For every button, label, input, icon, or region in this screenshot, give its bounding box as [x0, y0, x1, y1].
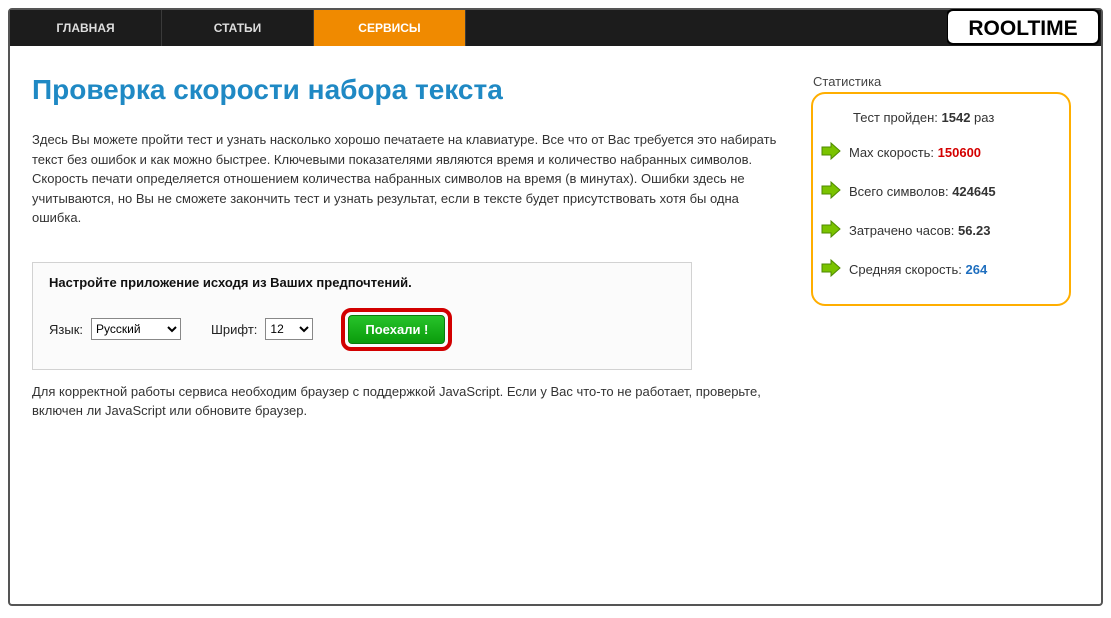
- lang-select[interactable]: Русский: [91, 318, 181, 340]
- nav-item-articles[interactable]: СТАТЬИ: [162, 10, 314, 46]
- font-select[interactable]: 12: [265, 318, 313, 340]
- stat-value: 1542: [942, 110, 971, 125]
- footnote-text: Для корректной работы сервиса необходим …: [32, 382, 781, 421]
- stat-text: Max скорость: 150600: [849, 145, 1057, 162]
- lang-label: Язык:: [49, 322, 83, 337]
- content-area: Проверка скорости набора текста Здесь Вы…: [10, 46, 1101, 455]
- page-title: Проверка скорости набора текста: [32, 74, 781, 106]
- sidebar-column: Статистика Тест пройден: 1542 раз Max ск…: [811, 74, 1071, 421]
- stat-suffix: раз: [970, 110, 994, 125]
- stat-text: Затрачено часов: 56.23: [849, 223, 1057, 240]
- stat-line: Средняя скорость: 264: [821, 258, 1057, 283]
- nav-item-home[interactable]: ГЛАВНАЯ: [10, 10, 162, 46]
- nav-item-services[interactable]: СЕРВИСЫ: [314, 10, 466, 46]
- settings-box: Настройте приложение исходя из Ваших пре…: [32, 262, 692, 370]
- arrow-icon: [821, 219, 841, 244]
- stat-line: Тест пройден: 1542 раз: [821, 110, 1057, 127]
- main-column: Проверка скорости набора текста Здесь Вы…: [32, 74, 781, 421]
- stat-value: 56.23: [958, 223, 991, 238]
- stat-label: Затрачено часов:: [849, 223, 958, 238]
- stat-line: Затрачено часов: 56.23: [821, 219, 1057, 244]
- font-label: Шрифт:: [211, 322, 257, 337]
- settings-row: Язык: Русский Шрифт: 12 Поехали !: [49, 308, 675, 351]
- site-logo: ROOLTIME: [947, 8, 1107, 48]
- go-button-highlight: Поехали !: [341, 308, 452, 351]
- stat-line: Max скорость: 150600: [821, 141, 1057, 166]
- intro-text: Здесь Вы можете пройти тест и узнать нас…: [32, 130, 781, 228]
- arrow-icon: [821, 141, 841, 166]
- stat-label: Max скорость:: [849, 145, 938, 160]
- stat-value: 424645: [952, 184, 995, 199]
- arrow-icon: [821, 180, 841, 205]
- logo-text: ROOLTIME: [968, 17, 1077, 40]
- page-container: ГЛАВНАЯ СТАТЬИ СЕРВИСЫ ROOLTIME Проверка…: [8, 8, 1103, 606]
- stats-title: Статистика: [811, 74, 1071, 89]
- stat-value: 150600: [938, 145, 981, 160]
- stat-text: Тест пройден: 1542 раз: [853, 110, 1057, 127]
- stat-text: Средняя скорость: 264: [849, 262, 1057, 279]
- arrow-icon: [821, 258, 841, 283]
- settings-heading: Настройте приложение исходя из Ваших пре…: [49, 275, 675, 290]
- stat-label: Средняя скорость:: [849, 262, 966, 277]
- stat-label: Тест пройден:: [853, 110, 942, 125]
- stat-value: 264: [966, 262, 988, 277]
- stat-label: Всего символов:: [849, 184, 952, 199]
- stat-text: Всего символов: 424645: [849, 184, 1057, 201]
- go-button[interactable]: Поехали !: [348, 315, 445, 344]
- stats-box: Тест пройден: 1542 раз Max скорость: 150…: [811, 92, 1071, 306]
- stat-line: Всего символов: 424645: [821, 180, 1057, 205]
- top-nav: ГЛАВНАЯ СТАТЬИ СЕРВИСЫ ROOLTIME: [10, 10, 1101, 46]
